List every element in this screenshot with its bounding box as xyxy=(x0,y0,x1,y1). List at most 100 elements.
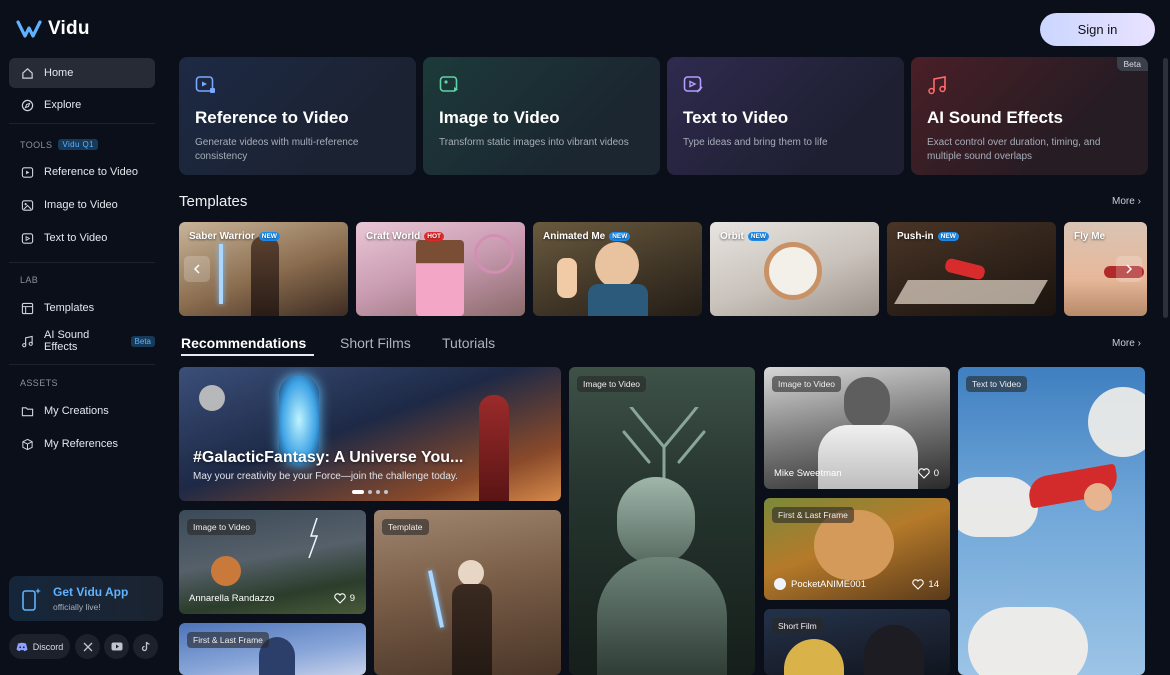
new-badge: NEW xyxy=(937,232,959,241)
template-card-craft-world[interactable]: Craft World HOT xyxy=(356,222,525,316)
card-author[interactable]: Mike Sweetman xyxy=(774,468,842,479)
card-tag: Image to Video xyxy=(577,376,647,392)
feature-card-reference-to-video[interactable]: Reference to Video Generate videos with … xyxy=(179,57,416,175)
cloud xyxy=(968,607,1088,675)
sidebar-item-explore[interactable]: Explore xyxy=(9,90,155,120)
feature-description: Exact control over duration, timing, and… xyxy=(927,137,1101,162)
card-tag: Image to Video xyxy=(772,376,842,392)
discord-icon xyxy=(16,642,28,651)
vidu-logo[interactable]: Vidu xyxy=(16,18,90,40)
scrollbar[interactable] xyxy=(1163,58,1168,318)
sidebar-item-label: Home xyxy=(44,67,74,79)
get-app-promo[interactable]: Get Vidu App officially live! xyxy=(9,576,163,621)
watch-face xyxy=(764,242,822,300)
sidebar-item-reference-to-video[interactable]: Reference to Video xyxy=(9,157,155,187)
new-badge: NEW xyxy=(747,232,770,241)
craft-figure xyxy=(416,240,464,316)
animated-shirt xyxy=(588,284,648,316)
dot[interactable] xyxy=(368,490,372,494)
sidebar-item-image-to-video[interactable]: Image to Video xyxy=(9,190,155,220)
feature-card-image-to-video[interactable]: Image to Video Transform static images i… xyxy=(423,57,660,175)
template-card-fly-me[interactable]: Fly Me xyxy=(1064,222,1147,316)
template-card-animated-me[interactable]: Animated Me NEW xyxy=(533,222,702,316)
x-button[interactable] xyxy=(75,634,100,659)
sidebar-item-my-references[interactable]: My References xyxy=(9,429,155,459)
template-name: Push-in xyxy=(897,231,934,242)
youtube-button[interactable] xyxy=(104,634,129,659)
text-video-icon xyxy=(683,76,703,93)
lightning-bolt xyxy=(308,518,319,558)
waving-hand xyxy=(557,258,577,298)
dot[interactable] xyxy=(384,490,388,494)
video-card[interactable]: Image to Video Annarella Randazzo 9 xyxy=(179,510,366,614)
image-video-icon xyxy=(21,199,34,211)
card-tag: Text to Video xyxy=(966,376,1027,392)
red-car xyxy=(943,257,987,281)
tab-tutorials[interactable]: Tutorials xyxy=(442,335,495,351)
flying-boy xyxy=(1084,483,1112,511)
music-note-icon xyxy=(22,335,33,347)
dot-active[interactable] xyxy=(352,490,364,494)
feature-description: Transform static images into vibrant vid… xyxy=(439,137,629,148)
template-card-orbit[interactable]: Orbit NEW xyxy=(710,222,879,316)
video-card[interactable]: First & Last Frame PocketANIME001 14 xyxy=(764,498,950,600)
video-card[interactable]: Short Film xyxy=(764,609,950,675)
warrior-figure xyxy=(251,236,279,316)
feature-description: Generate videos with multi-reference con… xyxy=(195,137,359,162)
video-card[interactable]: First & Last Frame xyxy=(179,623,366,675)
like-button[interactable]: 14 xyxy=(912,579,939,590)
card-tag: First & Last Frame xyxy=(772,507,854,523)
video-card[interactable]: Image to Video Mike Sweetman 0 xyxy=(764,367,950,489)
heart-icon xyxy=(912,579,925,590)
tab-recommendations[interactable]: Recommendations xyxy=(181,335,306,351)
sidebar-item-templates[interactable]: Templates xyxy=(9,293,155,323)
video-card[interactable]: Template xyxy=(374,510,561,675)
feed-more-link[interactable]: More › xyxy=(1112,338,1141,349)
feature-title: AI Sound Effects xyxy=(927,108,1064,127)
active-tab-underline xyxy=(181,354,314,356)
figure-body xyxy=(452,584,492,675)
template-name: Animated Me xyxy=(543,231,606,242)
sidebar-item-text-to-video[interactable]: Text to Video xyxy=(9,223,155,253)
chevron-right-icon xyxy=(1126,264,1133,274)
tab-short-films[interactable]: Short Films xyxy=(340,335,411,351)
carousel-next-button[interactable] xyxy=(1116,256,1142,282)
figure-head xyxy=(458,560,484,586)
feature-title: Reference to Video xyxy=(195,108,349,127)
templates-more-link[interactable]: More › xyxy=(1112,196,1141,207)
tiktok-button[interactable] xyxy=(133,634,158,659)
more-label: More xyxy=(1112,196,1135,207)
vidu-logo-icon xyxy=(16,20,42,38)
sidebar-item-home[interactable]: Home xyxy=(9,58,155,88)
carousel-dots[interactable] xyxy=(352,490,388,494)
discord-button[interactable]: Discord xyxy=(9,634,70,659)
chevron-right-icon: › xyxy=(1137,196,1141,207)
feature-card-ai-sound-effects[interactable]: Beta AI Sound Effects Exact control over… xyxy=(911,57,1148,175)
sign-in-button[interactable]: Sign in xyxy=(1040,13,1155,46)
template-card-saber-warrior[interactable]: Saber Warrior NEW xyxy=(179,222,348,316)
hero-banner[interactable]: #GalacticFantasy: A Universe You... May … xyxy=(179,367,561,501)
template-card-push-in[interactable]: Push-in NEW xyxy=(887,222,1056,316)
sidebar-item-label: My Creations xyxy=(44,405,109,417)
reference-video-icon xyxy=(195,76,215,93)
video-card[interactable]: Image to Video xyxy=(569,367,755,675)
carousel-prev-button[interactable] xyxy=(184,256,210,282)
sidebar-item-my-creations[interactable]: My Creations xyxy=(9,396,155,426)
dot[interactable] xyxy=(376,490,380,494)
text-video-icon xyxy=(21,232,34,244)
hero-title: #GalacticFantasy: A Universe You... xyxy=(193,449,464,466)
card-author[interactable]: Annarella Randazzo xyxy=(189,593,275,604)
like-button[interactable]: 9 xyxy=(333,593,355,604)
like-button[interactable]: 0 xyxy=(917,468,939,479)
dark-hair xyxy=(864,625,924,675)
white-jacket xyxy=(818,425,918,489)
feature-card-text-to-video[interactable]: Text to Video Type ideas and bring them … xyxy=(667,57,904,175)
card-author[interactable]: PocketANIME001 xyxy=(774,578,866,590)
templates-heading: Templates xyxy=(179,193,248,210)
hero-subtitle: May your creativity be your Force—join t… xyxy=(193,471,458,482)
sidebar-item-ai-sound-effects[interactable]: AI Sound Effects Beta xyxy=(9,326,155,356)
floor-reflection xyxy=(894,280,1048,304)
sidebar-item-label: My References xyxy=(44,438,118,450)
video-card[interactable]: Text to Video xyxy=(958,367,1145,675)
sidebar-item-label: AI Sound Effects xyxy=(44,329,90,353)
